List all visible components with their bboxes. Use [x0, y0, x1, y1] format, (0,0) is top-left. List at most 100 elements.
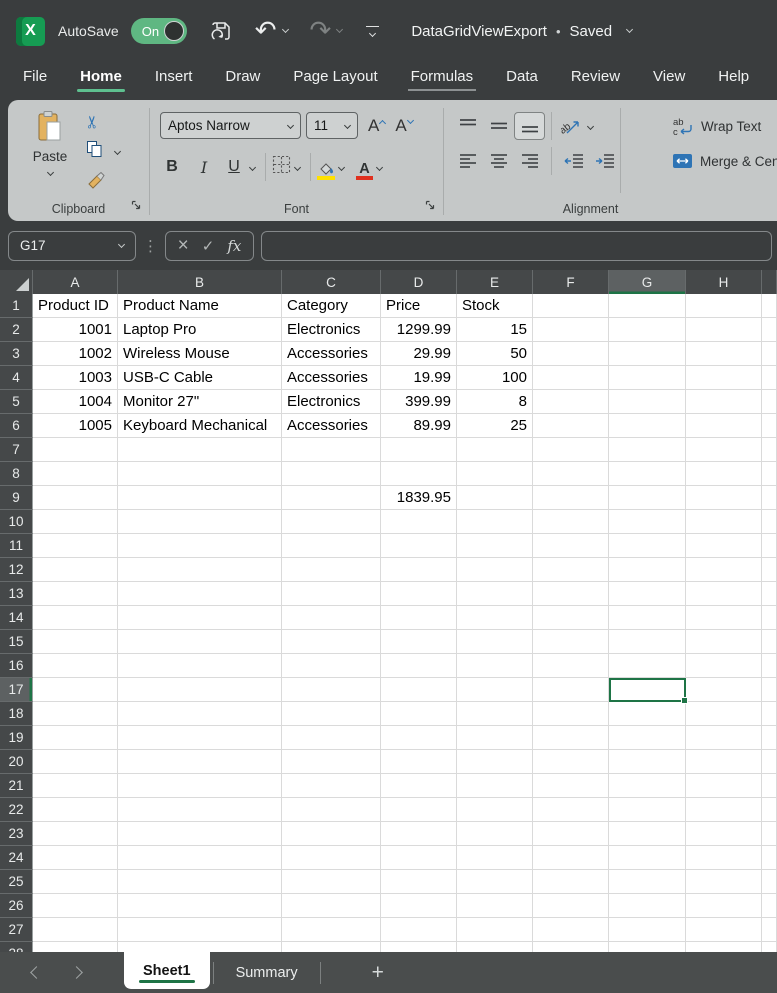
fill-handle[interactable]: [681, 697, 688, 704]
formula-bar-options-icon[interactable]: ⋮: [143, 237, 158, 255]
cell-E25[interactable]: [457, 870, 533, 894]
cell-C3[interactable]: Accessories: [282, 342, 381, 366]
menu-tab-review[interactable]: Review: [570, 62, 621, 99]
cell-A2[interactable]: 1001: [33, 318, 118, 342]
cell-C8[interactable]: [282, 462, 381, 486]
cell-E28[interactable]: [457, 942, 533, 952]
cell-E10[interactable]: [457, 510, 533, 534]
align-left-button[interactable]: [452, 147, 483, 175]
row-header-18[interactable]: 18: [0, 702, 33, 726]
cell-F24[interactable]: [533, 846, 609, 870]
document-title-area[interactable]: DataGridViewExport • Saved: [411, 23, 632, 40]
cell-F13[interactable]: [533, 582, 609, 606]
menu-tab-insert[interactable]: Insert: [154, 62, 194, 99]
select-all-corner[interactable]: [0, 270, 33, 294]
cell-D15[interactable]: [381, 630, 457, 654]
cell-F5[interactable]: [533, 390, 609, 414]
cell-H19[interactable]: [686, 726, 762, 750]
cell-G23[interactable]: [609, 822, 686, 846]
cell-B2[interactable]: Laptop Pro: [118, 318, 282, 342]
cell-A19[interactable]: [33, 726, 118, 750]
cell-E18[interactable]: [457, 702, 533, 726]
cell-E23[interactable]: [457, 822, 533, 846]
cell-G20[interactable]: [609, 750, 686, 774]
cell-A16[interactable]: [33, 654, 118, 678]
cell-G6[interactable]: [609, 414, 686, 438]
cell-E15[interactable]: [457, 630, 533, 654]
cell-B12[interactable]: [118, 558, 282, 582]
cell-G22[interactable]: [609, 798, 686, 822]
cell-C20[interactable]: [282, 750, 381, 774]
cell-B22[interactable]: [118, 798, 282, 822]
align-right-button[interactable]: [514, 147, 545, 175]
cell-H12[interactable]: [686, 558, 762, 582]
cell-D18[interactable]: [381, 702, 457, 726]
cell-E21[interactable]: [457, 774, 533, 798]
cell-F9[interactable]: [533, 486, 609, 510]
cell-C22[interactable]: [282, 798, 381, 822]
cell-B27[interactable]: [118, 918, 282, 942]
row-header-4[interactable]: 4: [0, 366, 33, 390]
cell-C13[interactable]: [282, 582, 381, 606]
add-sheet-button[interactable]: +: [372, 961, 384, 985]
enter-check-icon[interactable]: ✓: [202, 237, 215, 255]
cell-F10[interactable]: [533, 510, 609, 534]
cell-G12[interactable]: [609, 558, 686, 582]
menu-tab-view[interactable]: View: [652, 62, 686, 99]
menu-tab-page-layout[interactable]: Page Layout: [292, 62, 378, 99]
cell-A14[interactable]: [33, 606, 118, 630]
row-header-9[interactable]: 9: [0, 486, 33, 510]
cell-E24[interactable]: [457, 846, 533, 870]
cell-E3[interactable]: 50: [457, 342, 533, 366]
cell-B18[interactable]: [118, 702, 282, 726]
cell-F3[interactable]: [533, 342, 609, 366]
row-header-1[interactable]: 1: [0, 294, 33, 318]
row-header-3[interactable]: 3: [0, 342, 33, 366]
save-button[interactable]: [209, 19, 233, 43]
cancel-icon[interactable]: ×: [178, 236, 189, 255]
cell-H13[interactable]: [686, 582, 762, 606]
row-header-8[interactable]: 8: [0, 462, 33, 486]
cell-E7[interactable]: [457, 438, 533, 462]
cell-H11[interactable]: [686, 534, 762, 558]
cell-E11[interactable]: [457, 534, 533, 558]
cell-B23[interactable]: [118, 822, 282, 846]
cell-D24[interactable]: [381, 846, 457, 870]
cell-E2[interactable]: 15: [457, 318, 533, 342]
cut-button[interactable]: ✂: [86, 112, 124, 132]
top-align-button[interactable]: [452, 112, 483, 140]
cell-F1[interactable]: [533, 294, 609, 318]
cell-H4[interactable]: [686, 366, 762, 390]
cell-F26[interactable]: [533, 894, 609, 918]
cell-G7[interactable]: [609, 438, 686, 462]
orientation-dropdown-chevron-icon[interactable]: [587, 122, 594, 129]
cell-F22[interactable]: [533, 798, 609, 822]
cell-H8[interactable]: [686, 462, 762, 486]
cell-C17[interactable]: [282, 678, 381, 702]
cell-C15[interactable]: [282, 630, 381, 654]
cell-G10[interactable]: [609, 510, 686, 534]
menu-tab-data[interactable]: Data: [505, 62, 539, 99]
autosave-toggle[interactable]: On: [131, 18, 187, 44]
cell-D8[interactable]: [381, 462, 457, 486]
active-cell-selection[interactable]: [609, 678, 686, 702]
cell-B4[interactable]: USB-C Cable: [118, 366, 282, 390]
cell-C12[interactable]: [282, 558, 381, 582]
row-header-16[interactable]: 16: [0, 654, 33, 678]
format-painter-button[interactable]: [86, 170, 124, 190]
cell-D3[interactable]: 29.99: [381, 342, 457, 366]
cell-D9[interactable]: 1839.95: [381, 486, 457, 510]
cell-H9[interactable]: [686, 486, 762, 510]
cell-E4[interactable]: 100: [457, 366, 533, 390]
cell-H20[interactable]: [686, 750, 762, 774]
cell-A23[interactable]: [33, 822, 118, 846]
cell-B6[interactable]: Keyboard Mechanical: [118, 414, 282, 438]
cell-B20[interactable]: [118, 750, 282, 774]
cell-D11[interactable]: [381, 534, 457, 558]
cell-H16[interactable]: [686, 654, 762, 678]
cell-F11[interactable]: [533, 534, 609, 558]
cell-G18[interactable]: [609, 702, 686, 726]
cell-H25[interactable]: [686, 870, 762, 894]
cell-A9[interactable]: [33, 486, 118, 510]
cell-C10[interactable]: [282, 510, 381, 534]
